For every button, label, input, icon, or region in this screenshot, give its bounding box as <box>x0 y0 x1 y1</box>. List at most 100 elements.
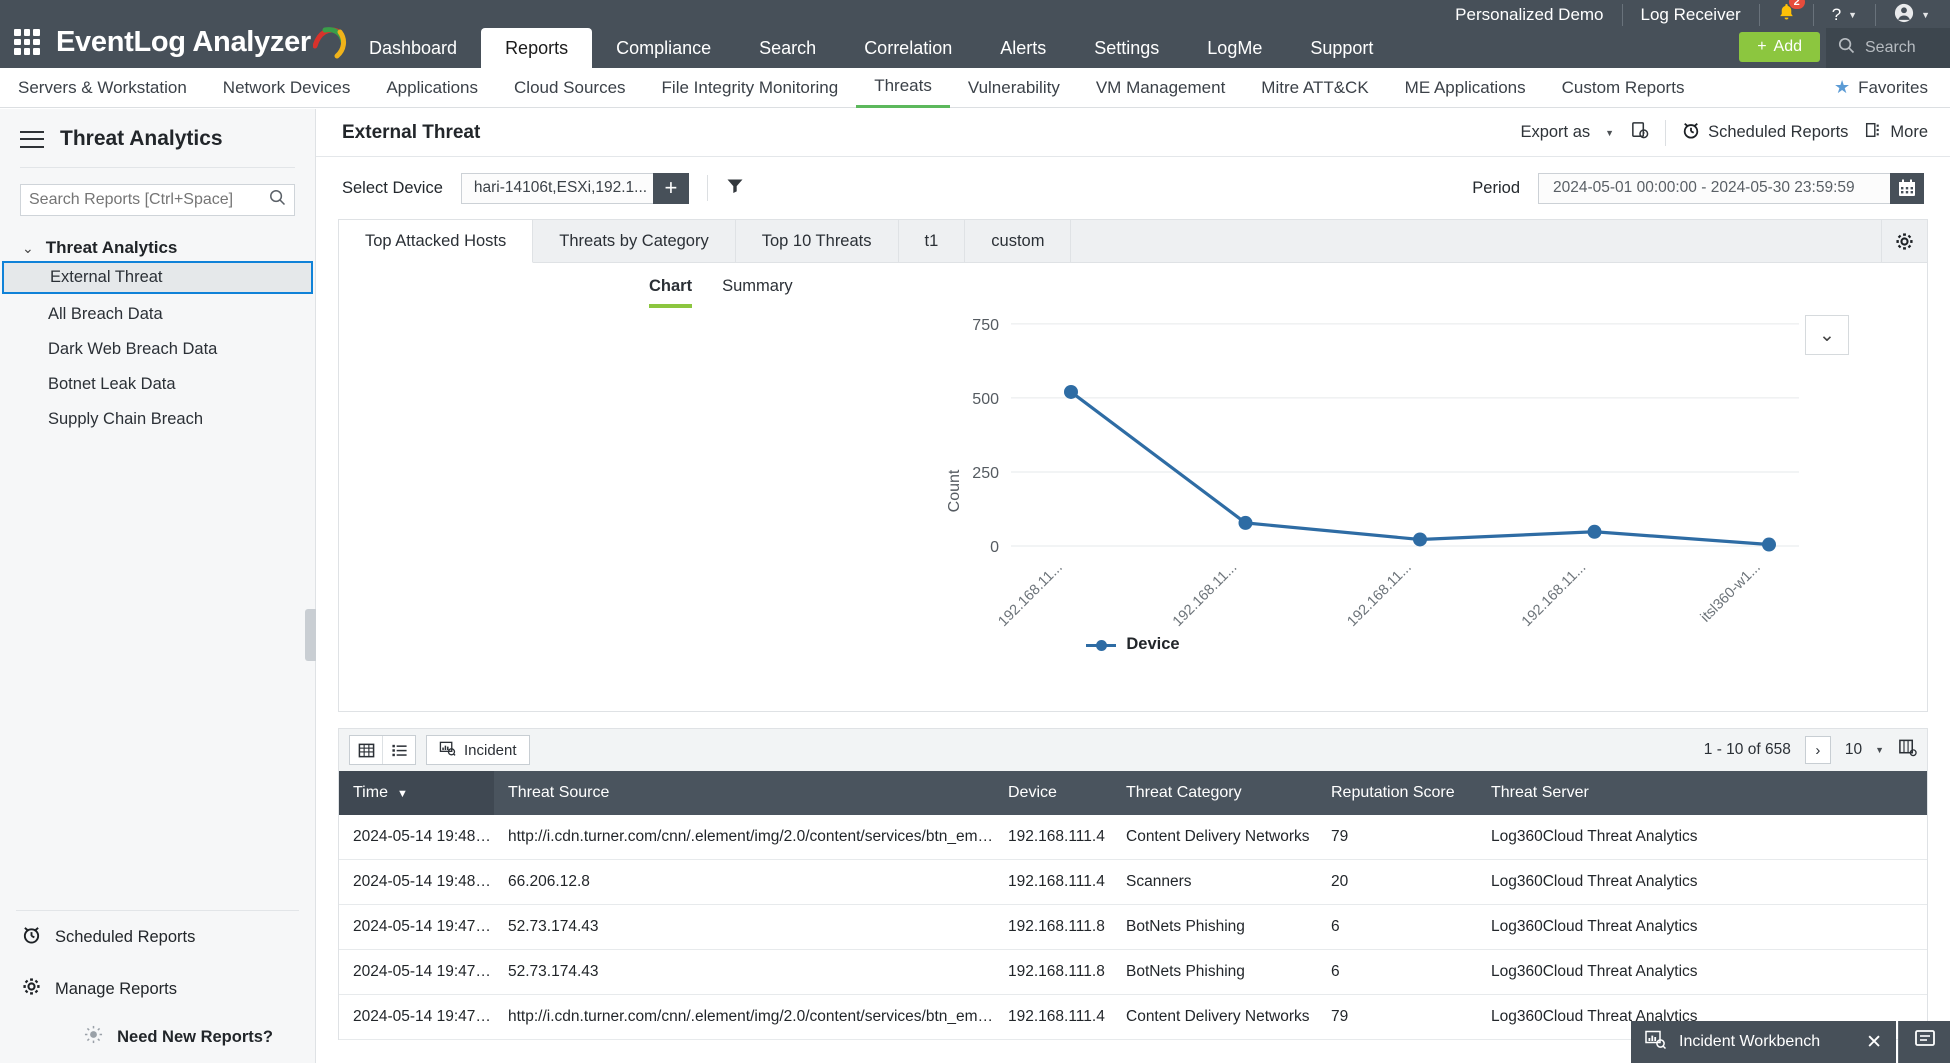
personalized-demo-link[interactable]: Personalized Demo <box>1437 4 1623 26</box>
chart-data-point[interactable] <box>1238 515 1253 530</box>
export-as-button[interactable]: Export as ▼ <box>1520 123 1614 142</box>
subnav-mitre-attack[interactable]: Mitre ATT&CK <box>1243 68 1386 108</box>
close-icon[interactable]: ✕ <box>1866 1031 1882 1054</box>
global-search[interactable]: Search <box>1826 28 1950 68</box>
log-receiver-link[interactable]: Log Receiver <box>1623 4 1760 26</box>
column-header-threat-server[interactable]: Threat Server <box>1477 771 1927 815</box>
subnav-applications[interactable]: Applications <box>368 68 496 108</box>
subnav-file-integrity-monitoring[interactable]: File Integrity Monitoring <box>644 68 857 108</box>
sort-desc-icon: ▼ <box>396 788 408 800</box>
app-grid-icon[interactable] <box>14 29 40 55</box>
subnav-threats[interactable]: Threats <box>856 68 950 108</box>
user-account-button[interactable]: ▼ <box>1876 3 1950 26</box>
device-value[interactable]: hari-14106t,ESXi,192.1... <box>460 172 653 204</box>
chart-data-point[interactable] <box>1413 532 1427 547</box>
column-header-time[interactable]: Time ▼ <box>339 771 494 815</box>
cell-threat-category: BotNets Phishing <box>1112 904 1317 950</box>
tab-custom[interactable]: custom <box>965 220 1072 262</box>
sidebar-item-label: All Breach Data <box>48 305 163 323</box>
hamburger-icon[interactable] <box>20 130 44 148</box>
period-selector[interactable]: 2024-05-01 00:00:00 - 2024-05-30 23:59:5… <box>1538 172 1924 204</box>
nav-support[interactable]: Support <box>1286 28 1397 68</box>
search-input[interactable] <box>29 191 251 209</box>
column-header-threat-source[interactable]: Threat Source <box>494 771 994 815</box>
subnav-cloud-sources[interactable]: Cloud Sources <box>496 68 644 108</box>
tab-t1[interactable]: t1 <box>899 220 966 262</box>
chart-data-point[interactable] <box>1587 524 1602 539</box>
add-button[interactable]: + Add <box>1739 32 1820 62</box>
page-size-value: 10 <box>1844 741 1863 758</box>
table-row[interactable]: 2024-05-14 19:48:12 66.206.12.8 192.168.… <box>339 859 1927 905</box>
device-selector[interactable]: hari-14106t,ESXi,192.1... + <box>460 172 689 204</box>
x-axis-tick-label: 192.168.11... <box>1519 560 1589 630</box>
cell-device: 192.168.111.8 <box>994 904 1112 950</box>
subnav-vm-management[interactable]: VM Management <box>1078 68 1243 108</box>
nav-search[interactable]: Search <box>735 28 840 68</box>
sidebar-item-external-threat[interactable]: External Threat <box>2 261 313 294</box>
nav-alerts[interactable]: Alerts <box>976 28 1070 68</box>
sidebar-item-botnet-leak-data[interactable]: Botnet Leak Data <box>0 367 315 402</box>
grid-view-icon[interactable] <box>350 736 382 764</box>
period-value[interactable]: 2024-05-01 00:00:00 - 2024-05-30 23:59:5… <box>1538 172 1890 204</box>
nav-compliance[interactable]: Compliance <box>592 28 735 68</box>
subnav-me-applications[interactable]: ME Applications <box>1387 68 1544 108</box>
column-settings-icon[interactable] <box>1898 738 1917 762</box>
nav-correlation[interactable]: Correlation <box>840 28 976 68</box>
chat-feedback-button[interactable] <box>1898 1021 1950 1063</box>
table-row[interactable]: 2024-05-14 19:47:59 52.73.174.43 192.168… <box>339 904 1927 950</box>
filter-icon[interactable] <box>726 177 744 200</box>
more-button[interactable]: More <box>1864 121 1928 144</box>
notifications-button[interactable]: 2 <box>1760 0 1814 26</box>
nav-reports[interactable]: Reports <box>481 28 593 68</box>
chevron-down-icon: ▼ <box>1848 10 1858 20</box>
tab-top-attacked-hosts[interactable]: Top Attacked Hosts <box>339 220 534 263</box>
column-header-reputation-score[interactable]: Reputation Score <box>1317 771 1477 815</box>
column-header-device[interactable]: Device <box>994 771 1112 815</box>
tab-threats-by-category[interactable]: Threats by Category <box>533 220 736 262</box>
need-new-reports-button[interactable]: Need New Reports? <box>0 1015 315 1063</box>
sidebar-footer: Scheduled Reports Manage Reports Need Ne… <box>0 910 315 1063</box>
incident-workbench-panel[interactable]: Incident Workbench ✕ <box>1631 1021 1896 1063</box>
subnav-servers-workstation[interactable]: Servers & Workstation <box>0 68 205 108</box>
incident-label: Incident <box>464 741 517 759</box>
subnav-network-devices[interactable]: Network Devices <box>205 68 369 108</box>
help-icon: ? <box>1831 5 1842 24</box>
page-size-selector[interactable]: 10 ▼ <box>1845 741 1884 759</box>
chart-data-point[interactable] <box>1064 384 1078 399</box>
search-reports-field[interactable] <box>20 184 295 216</box>
brand-title: EventLog Analyzer <box>56 25 311 58</box>
sidebar-scheduled-reports[interactable]: Scheduled Reports <box>0 911 315 963</box>
tab-settings-gear-icon[interactable] <box>1881 220 1927 262</box>
sidebar-item-all-breach-data[interactable]: All Breach Data <box>0 297 315 332</box>
subnav-vulnerability[interactable]: Vulnerability <box>950 68 1078 108</box>
sidebar-group-threat-analytics[interactable]: ⌄ Threat Analytics <box>0 238 315 258</box>
svg-text:0: 0 <box>990 539 999 556</box>
calendar-icon[interactable] <box>1890 172 1924 204</box>
nav-settings[interactable]: Settings <box>1070 28 1183 68</box>
next-page-button[interactable]: › <box>1804 736 1831 764</box>
table-row[interactable]: 2024-05-14 19:48:22 http://i.cdn.turner.… <box>339 815 1927 860</box>
sidebar-divider <box>20 167 295 168</box>
search-icon[interactable] <box>269 189 286 211</box>
add-device-button[interactable]: + <box>652 172 689 204</box>
incident-button[interactable]: Incident <box>426 735 530 765</box>
sidebar-item-supply-chain-breach[interactable]: Supply Chain Breach <box>0 402 315 437</box>
favorites-button[interactable]: ★ Favorites <box>1834 77 1928 98</box>
table-toolbar: Incident 1 - 10 of 658 › 10 ▼ <box>339 729 1927 771</box>
sidebar-item-dark-web-breach-data[interactable]: Dark Web Breach Data <box>0 332 315 367</box>
nav-dashboard[interactable]: Dashboard <box>345 28 481 68</box>
help-button[interactable]: ? ▼ <box>1814 4 1877 26</box>
scheduled-reports-button[interactable]: Scheduled Reports <box>1682 121 1848 144</box>
subnav-custom-reports[interactable]: Custom Reports <box>1544 68 1703 108</box>
cell-time: 2024-05-14 19:48:12 <box>339 859 494 905</box>
table-row[interactable]: 2024-05-14 19:47:58 52.73.174.43 192.168… <box>339 949 1927 995</box>
sidebar-manage-reports[interactable]: Manage Reports <box>0 963 315 1015</box>
select-device-label: Select Device <box>342 178 443 197</box>
chart-data-point[interactable] <box>1762 537 1776 552</box>
tab-top-10-threats[interactable]: Top 10 Threats <box>736 220 899 262</box>
copy-report-icon[interactable] <box>1630 121 1649 145</box>
cell-threat-source: 66.206.12.8 <box>494 859 994 905</box>
nav-logme[interactable]: LogMe <box>1183 28 1286 68</box>
column-header-threat-category[interactable]: Threat Category <box>1112 771 1317 815</box>
list-view-icon[interactable] <box>383 736 415 764</box>
